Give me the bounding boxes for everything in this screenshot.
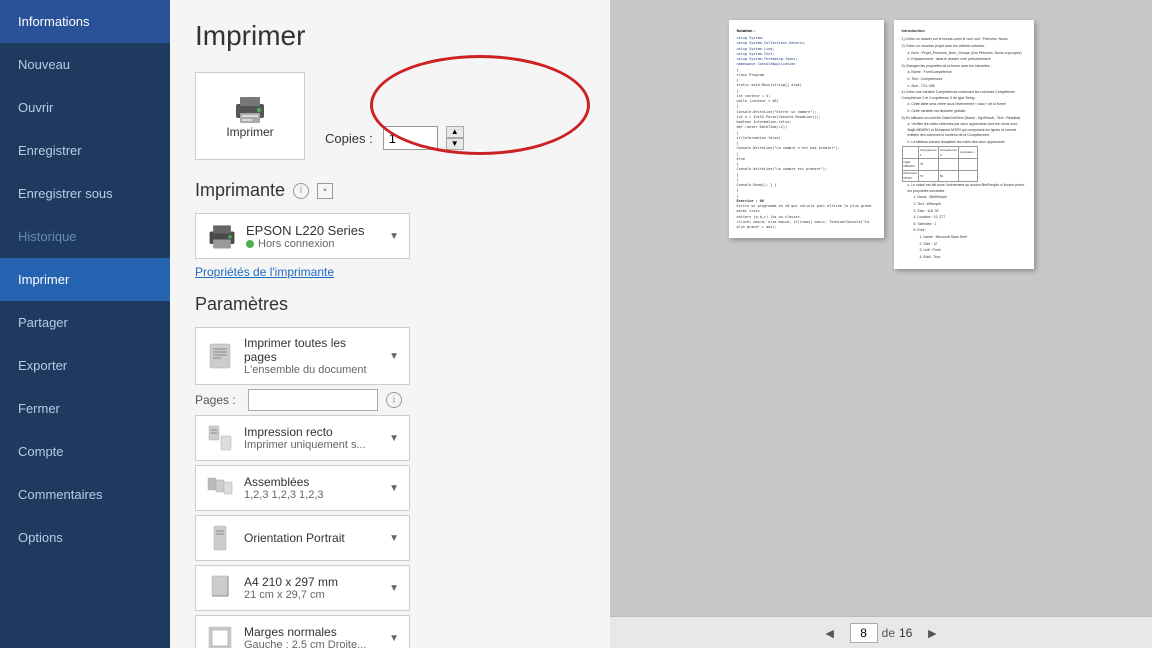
sidebar-item-nouveau[interactable]: Nouveau xyxy=(0,43,170,86)
preview-page-right: Introduction 1) Créez un dossier sur le … xyxy=(894,20,1034,269)
param-paper-size[interactable]: A4 210 x 297 mm 21 cm x 29,7 cm ▼ xyxy=(195,565,410,611)
param-orientation[interactable]: Orientation Portrait ▼ xyxy=(195,515,410,561)
printer-status: Hors connexion xyxy=(246,238,381,250)
sidebar-item-fermer[interactable]: Fermer xyxy=(0,387,170,430)
print-button[interactable]: Imprimer xyxy=(195,72,305,160)
parameters-section-title: Paramètres xyxy=(195,294,585,315)
page-number-display: de 16 xyxy=(850,623,913,643)
printer-dropdown-arrow: ▼ xyxy=(389,231,399,242)
preview-navigation: ◄ de 16 ► xyxy=(610,616,1152,648)
param-margins-sub: Gauche : 2,5 cm Droite... xyxy=(244,639,379,648)
sidebar-item-imprimer[interactable]: Imprimer xyxy=(0,258,170,301)
content-area: Imprimer Imprimer Copies : xyxy=(170,0,1152,648)
param-print-range-sub: L'ensemble du document xyxy=(244,364,379,376)
tiny-data-table: Compétence 1Compétence 2Compéten... Naji… xyxy=(902,146,979,182)
parameters-section: Paramètres Imprimer toutes les pages L'e… xyxy=(195,294,585,648)
sidebar-item-partager[interactable]: Partager xyxy=(0,301,170,344)
copies-label: Copies : xyxy=(325,131,373,146)
param-print-range-arrow: ▼ xyxy=(389,351,399,362)
page-separator: de xyxy=(882,626,895,640)
copies-spinner: ▲ ▼ xyxy=(446,126,464,150)
param-print-range-main: Imprimer toutes les pages xyxy=(244,336,379,364)
param-paper-main: A4 210 x 297 mm xyxy=(244,575,379,589)
copies-input[interactable] xyxy=(383,126,438,150)
collapse-icon[interactable]: ▪ xyxy=(317,183,333,199)
printer-section: Imprimante i ▪ EPSON L220 Series Hors co… xyxy=(195,180,585,279)
sidebar-item-ouvrir[interactable]: Ouvrir xyxy=(0,86,170,129)
solution-label: Solution : xyxy=(737,28,876,33)
left-panel: Imprimer Imprimer Copies : xyxy=(170,0,610,648)
param-duplex-arrow: ▼ xyxy=(389,433,399,444)
param-collate[interactable]: Assemblées 1,2,3 1,2,3 1,2,3 ▼ xyxy=(195,465,410,511)
copies-area: Copies : ▲ ▼ xyxy=(325,72,464,160)
pages-row: Pages : i xyxy=(195,389,585,411)
sidebar: Informations Nouveau Ouvrir Enregistrer … xyxy=(0,0,170,648)
param-collate-main: Assemblées xyxy=(244,475,379,489)
sidebar-item-enregistrer[interactable]: Enregistrer xyxy=(0,129,170,172)
print-action-area: Imprimer Copies : ▲ ▼ xyxy=(195,72,585,160)
printer-selector[interactable]: EPSON L220 Series Hors connexion ▼ xyxy=(195,213,410,259)
param-orientation-arrow: ▼ xyxy=(389,533,399,544)
print-button-label: Imprimer xyxy=(226,125,273,139)
paper-size-icon xyxy=(206,574,234,602)
param-print-range[interactable]: Imprimer toutes les pages L'ensemble du … xyxy=(195,327,410,385)
status-dot xyxy=(246,240,254,248)
pages-label: Pages : xyxy=(195,393,240,407)
preview-pages-area: Solution : using System; using System.Co… xyxy=(610,0,1152,616)
prev-page-button[interactable]: ◄ xyxy=(818,623,842,643)
copies-decrement[interactable]: ▼ xyxy=(446,138,464,150)
param-duplex-main: Impression recto xyxy=(244,425,379,439)
right-panel: Solution : using System; using System.Co… xyxy=(610,0,1152,648)
code-content: using System; using System.Collections.G… xyxy=(737,36,876,230)
sidebar-item-compte[interactable]: Compte xyxy=(0,430,170,473)
print-range-icon xyxy=(206,342,234,370)
preview-page-left: Solution : using System; using System.Co… xyxy=(729,20,884,238)
param-duplex-sub: Imprimer uniquement s... xyxy=(244,439,379,451)
printer-name: EPSON L220 Series xyxy=(246,223,381,238)
sidebar-item-exporter[interactable]: Exporter xyxy=(0,344,170,387)
printer-icon xyxy=(232,93,268,125)
sidebar-item-options[interactable]: Options xyxy=(0,516,170,559)
margins-icon xyxy=(206,624,234,648)
page-title: Imprimer xyxy=(195,20,585,52)
param-margins-arrow: ▼ xyxy=(389,633,399,644)
info-icon[interactable]: i xyxy=(293,183,309,199)
param-orientation-main: Orientation Portrait xyxy=(244,531,379,545)
param-duplex[interactable]: Impression recto Imprimer uniquement s..… xyxy=(195,415,410,461)
pages-input[interactable] xyxy=(248,389,378,411)
orientation-icon xyxy=(206,524,234,552)
current-page-input[interactable] xyxy=(850,623,878,643)
collate-icon xyxy=(206,474,234,502)
copies-increment[interactable]: ▲ xyxy=(446,126,464,138)
printer-name-area: EPSON L220 Series Hors connexion xyxy=(246,223,381,250)
sidebar-item-commentaires[interactable]: Commentaires xyxy=(0,473,170,516)
total-pages: 16 xyxy=(899,626,912,640)
next-page-button[interactable]: ► xyxy=(920,623,944,643)
right-page-title: Introduction xyxy=(902,28,1026,34)
param-collate-arrow: ▼ xyxy=(389,483,399,494)
sidebar-item-enregistrer-sous[interactable]: Enregistrer sous xyxy=(0,172,170,215)
right-page-content: Introduction 1) Créez un dossier sur le … xyxy=(902,28,1026,260)
param-margins[interactable]: Marges normales Gauche : 2,5 cm Droite..… xyxy=(195,615,410,648)
param-paper-sub: 21 cm x 29,7 cm xyxy=(244,589,379,601)
sidebar-item-historique: Historique xyxy=(0,215,170,258)
pages-info-icon[interactable]: i xyxy=(386,392,402,408)
printer-section-title: Imprimante i ▪ xyxy=(195,180,585,201)
param-collate-sub: 1,2,3 1,2,3 1,2,3 xyxy=(244,489,379,501)
param-margins-main: Marges normales xyxy=(244,625,379,639)
printer-thumbnail-icon xyxy=(206,222,238,250)
printer-properties-link[interactable]: Propriétés de l'imprimante xyxy=(195,265,585,279)
param-paper-arrow: ▼ xyxy=(389,583,399,594)
sidebar-item-informations[interactable]: Informations xyxy=(0,0,170,43)
duplex-icon xyxy=(206,424,234,452)
